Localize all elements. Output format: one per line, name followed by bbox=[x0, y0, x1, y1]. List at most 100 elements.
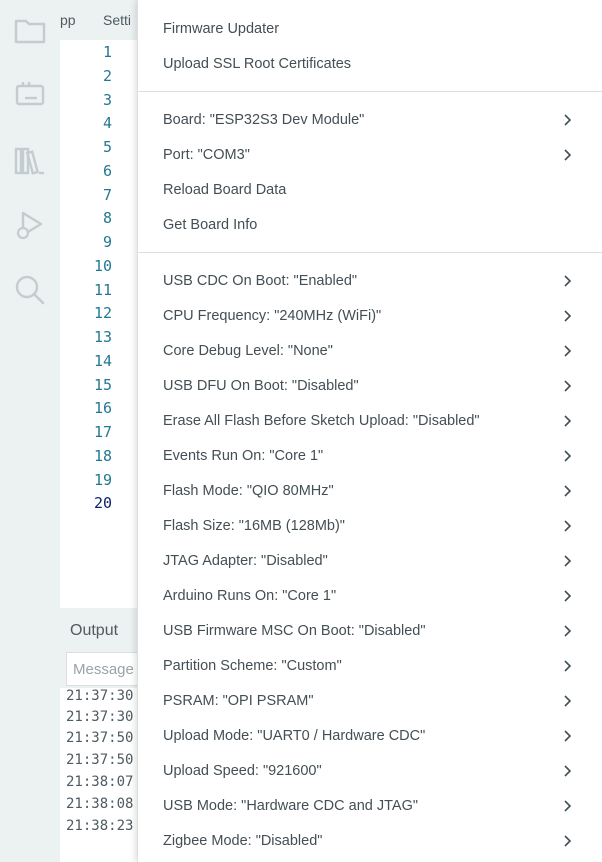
chevron-right-icon bbox=[564, 765, 572, 777]
menu-item-upload-ssl-certificates[interactable]: Upload SSL Root Certificates bbox=[138, 47, 602, 82]
line-number: 11 bbox=[93, 281, 112, 299]
menu-item-flash-mode[interactable]: Flash Mode: "QIO 80MHz" bbox=[138, 474, 602, 509]
menu-item-board[interactable]: Board: "ESP32S3 Dev Module" bbox=[138, 103, 602, 138]
chevron-right-icon bbox=[564, 380, 572, 392]
chevron-right-icon bbox=[564, 590, 572, 602]
menu-item-get-board-info[interactable]: Get Board Info bbox=[138, 208, 602, 243]
menu-separator bbox=[138, 252, 602, 253]
menu-item-label: Upload Mode: "UART0 / Hardware CDC" bbox=[163, 728, 426, 744]
menu-item-reload-board-data[interactable]: Reload Board Data bbox=[138, 173, 602, 208]
menu-item-label: Partition Scheme: "Custom" bbox=[163, 658, 342, 674]
menu-item-label: Firmware Updater bbox=[163, 21, 280, 37]
chevron-right-icon bbox=[564, 520, 572, 532]
output-title: Output bbox=[70, 622, 119, 639]
menu-item-upload-mode[interactable]: Upload Mode: "UART0 / Hardware CDC" bbox=[138, 719, 602, 754]
menu-item-usb-firmware-msc[interactable]: USB Firmware MSC On Boot: "Disabled" bbox=[138, 614, 602, 649]
log-line: 21:37:30 bbox=[66, 709, 134, 725]
line-number: 17 bbox=[93, 423, 112, 441]
menu-item-flash-size[interactable]: Flash Size: "16MB (128Mb)" bbox=[138, 509, 602, 544]
line-number-active: 20 bbox=[93, 494, 112, 512]
menu-item-port[interactable]: Port: "COM3" bbox=[138, 138, 602, 173]
menu-item-label: Events Run On: "Core 1" bbox=[163, 448, 324, 464]
tab-settings[interactable]: Setti bbox=[103, 12, 131, 28]
log-line: 21:37:30 bbox=[66, 688, 134, 704]
menu-item-partition-scheme[interactable]: Partition Scheme: "Custom" bbox=[138, 649, 602, 684]
chevron-right-icon bbox=[564, 800, 572, 812]
chevron-right-icon bbox=[564, 450, 572, 462]
log-line: 21:38:08 bbox=[66, 796, 134, 812]
chevron-right-icon bbox=[564, 149, 572, 161]
line-number: 18 bbox=[93, 447, 112, 465]
menu-item-label: Core Debug Level: "None" bbox=[163, 343, 333, 359]
chevron-right-icon bbox=[564, 625, 572, 637]
menu-item-erase-all-flash[interactable]: Erase All Flash Before Sketch Upload: "D… bbox=[138, 404, 602, 439]
line-number: 10 bbox=[93, 257, 112, 275]
menu-item-label: Upload SSL Root Certificates bbox=[163, 56, 352, 72]
board-manager-icon[interactable] bbox=[12, 76, 48, 112]
line-number: 1 bbox=[102, 43, 112, 61]
menu-item-cpu-frequency[interactable]: CPU Frequency: "240MHz (WiFi)" bbox=[138, 299, 602, 334]
menu-item-label: Upload Speed: "921600" bbox=[163, 763, 322, 779]
chevron-right-icon bbox=[564, 660, 572, 672]
menu-item-jtag-adapter[interactable]: JTAG Adapter: "Disabled" bbox=[138, 544, 602, 579]
menu-item-label: JTAG Adapter: "Disabled" bbox=[163, 553, 328, 569]
menu-item-label: USB DFU On Boot: "Disabled" bbox=[163, 378, 359, 394]
menu-item-label: Board: "ESP32S3 Dev Module" bbox=[163, 112, 365, 128]
menu-item-label: Zigbee Mode: "Disabled" bbox=[163, 833, 323, 849]
tab-sketch[interactable]: pp bbox=[60, 12, 76, 28]
menu-item-label: Get Board Info bbox=[163, 217, 258, 233]
log-line: 21:37:50 bbox=[66, 730, 134, 746]
menu-item-label: Reload Board Data bbox=[163, 182, 287, 198]
menu-item-events-run-on[interactable]: Events Run On: "Core 1" bbox=[138, 439, 602, 474]
menu-item-firmware-updater[interactable]: Firmware Updater bbox=[138, 12, 602, 47]
menu-item-label: Flash Mode: "QIO 80MHz" bbox=[163, 483, 334, 499]
line-number: 5 bbox=[102, 138, 112, 156]
activity-bar bbox=[0, 0, 60, 862]
line-number: 15 bbox=[93, 376, 112, 394]
line-number: 19 bbox=[93, 471, 112, 489]
line-number: 6 bbox=[102, 162, 112, 180]
arduino-ide-window: pp Setti 1 2 3 4 5 6 7 8 9 10 11 12 13 1… bbox=[0, 0, 602, 862]
line-number: 8 bbox=[102, 209, 112, 227]
chevron-right-icon bbox=[564, 345, 572, 357]
menu-item-label: PSRAM: "OPI PSRAM" bbox=[163, 693, 314, 709]
menu-item-core-debug-level[interactable]: Core Debug Level: "None" bbox=[138, 334, 602, 369]
tools-menu: Firmware Updater Upload SSL Root Certifi… bbox=[137, 0, 602, 862]
menu-item-label: Port: "COM3" bbox=[163, 147, 250, 163]
line-number: 3 bbox=[102, 91, 112, 109]
line-number: 16 bbox=[93, 399, 112, 417]
chevron-right-icon bbox=[564, 415, 572, 427]
folder-icon[interactable] bbox=[12, 12, 48, 48]
menu-item-usb-mode[interactable]: USB Mode: "Hardware CDC and JTAG" bbox=[138, 789, 602, 824]
log-line: 21:37:50 bbox=[66, 752, 134, 768]
log-line: 21:38:23 bbox=[66, 818, 134, 834]
line-number: 9 bbox=[102, 233, 112, 251]
menu-item-label: Flash Size: "16MB (128Mb)" bbox=[163, 518, 345, 534]
menu-item-label: USB Firmware MSC On Boot: "Disabled" bbox=[163, 623, 426, 639]
menu-item-upload-speed[interactable]: Upload Speed: "921600" bbox=[138, 754, 602, 789]
menu-item-label: Erase All Flash Before Sketch Upload: "D… bbox=[163, 413, 480, 429]
chevron-right-icon bbox=[564, 835, 572, 847]
menu-item-label: USB CDC On Boot: "Enabled" bbox=[163, 273, 358, 289]
menu-item-zigbee-mode[interactable]: Zigbee Mode: "Disabled" bbox=[138, 824, 602, 859]
menu-item-label: Arduino Runs On: "Core 1" bbox=[163, 588, 337, 604]
search-icon[interactable] bbox=[12, 272, 48, 308]
menu-item-usb-dfu-on-boot[interactable]: USB DFU On Boot: "Disabled" bbox=[138, 369, 602, 404]
menu-item-label: CPU Frequency: "240MHz (WiFi)" bbox=[163, 308, 382, 324]
line-number: 13 bbox=[93, 328, 112, 346]
chevron-right-icon bbox=[564, 310, 572, 322]
chevron-right-icon bbox=[564, 555, 572, 567]
chevron-right-icon bbox=[564, 485, 572, 497]
menu-item-label: USB Mode: "Hardware CDC and JTAG" bbox=[163, 798, 418, 814]
menu-separator bbox=[138, 91, 602, 92]
library-manager-icon[interactable] bbox=[12, 142, 48, 178]
line-number: 12 bbox=[93, 304, 112, 322]
chevron-right-icon bbox=[564, 114, 572, 126]
log-line: 21:38:07 bbox=[66, 774, 134, 790]
line-number: 7 bbox=[102, 186, 112, 204]
menu-item-psram[interactable]: PSRAM: "OPI PSRAM" bbox=[138, 684, 602, 719]
line-number: 4 bbox=[102, 114, 112, 132]
debug-icon[interactable] bbox=[12, 206, 48, 242]
menu-item-usb-cdc-on-boot[interactable]: USB CDC On Boot: "Enabled" bbox=[138, 264, 602, 299]
menu-item-arduino-runs-on[interactable]: Arduino Runs On: "Core 1" bbox=[138, 579, 602, 614]
